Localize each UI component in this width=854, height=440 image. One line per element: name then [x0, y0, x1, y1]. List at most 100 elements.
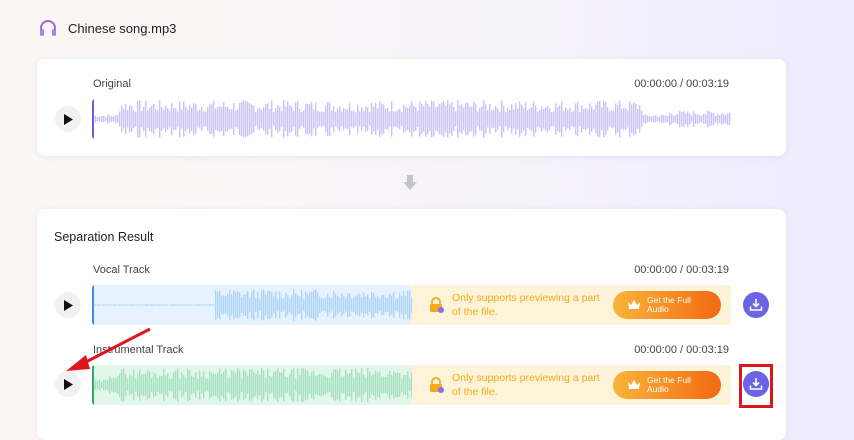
waveform-bar	[229, 376, 231, 394]
waveform-bar	[377, 108, 379, 130]
waveform-bar	[711, 112, 713, 126]
waveform-bar	[349, 373, 351, 397]
waveform-bar	[243, 369, 245, 401]
waveform-bar	[109, 115, 111, 123]
original-play-button[interactable]	[55, 106, 81, 132]
instrumental-playhead[interactable]	[92, 365, 94, 405]
waveform-bar	[183, 304, 185, 306]
waveform-bar	[275, 291, 277, 319]
waveform-bar	[667, 115, 669, 123]
waveform-bar	[391, 101, 393, 137]
get-full-audio-button[interactable]: Get the Full Audio	[613, 371, 721, 399]
waveform-bar	[621, 108, 623, 130]
waveform-bar	[287, 377, 289, 393]
waveform-bar	[283, 368, 285, 402]
waveform-bar	[209, 304, 211, 306]
waveform-bar	[179, 100, 181, 138]
vocal-waveform[interactable]	[92, 285, 412, 325]
waveform-bar	[99, 116, 101, 122]
waveform-bar	[111, 116, 113, 122]
waveform-bar	[553, 111, 555, 127]
waveform-bar	[253, 105, 255, 133]
waveform-bar	[161, 106, 163, 132]
waveform-bar	[289, 298, 291, 312]
waveform-bar	[609, 111, 611, 127]
instrumental-play-button[interactable]	[55, 371, 81, 397]
waveform-bar	[515, 103, 517, 135]
waveform-bar	[441, 102, 443, 136]
waveform-bar	[385, 377, 387, 393]
waveform-bar	[261, 109, 263, 129]
waveform-bar	[517, 108, 519, 130]
waveform-bar	[273, 112, 275, 126]
section-title: Separation Result	[54, 230, 154, 244]
waveform-bar	[155, 304, 157, 306]
waveform-bar	[403, 375, 405, 395]
waveform-bar	[181, 109, 183, 129]
waveform-bar	[127, 110, 129, 128]
waveform-bar	[147, 304, 149, 306]
waveform-bar	[335, 369, 337, 401]
waveform-bar	[407, 107, 409, 131]
waveform-bar	[279, 372, 281, 398]
waveform-bar	[403, 104, 405, 134]
waveform-bar	[199, 109, 201, 129]
waveform-bar	[305, 291, 307, 319]
waveform-bar	[411, 101, 413, 137]
waveform-bar	[475, 103, 477, 135]
waveform-bar	[351, 298, 353, 312]
waveform-bar	[439, 103, 441, 135]
waveform-bar	[379, 298, 381, 312]
preview-notice-line1: Only supports previewing a part	[452, 372, 600, 384]
waveform-bar	[149, 304, 151, 306]
waveform-bar	[637, 108, 639, 130]
waveform-bar	[261, 290, 263, 320]
instrumental-waveform[interactable]	[92, 365, 412, 405]
original-playhead[interactable]	[92, 99, 94, 139]
waveform-bar	[601, 107, 603, 131]
waveform-bar	[125, 304, 127, 306]
waveform-bar	[383, 104, 385, 134]
waveform-bar	[257, 291, 259, 319]
waveform-bar	[101, 382, 103, 388]
vocal-play-button[interactable]	[55, 292, 81, 318]
waveform-bar	[277, 105, 279, 133]
waveform-bar	[587, 109, 589, 129]
waveform-bar	[393, 291, 395, 319]
waveform-bar	[303, 110, 305, 128]
waveform-bar	[217, 106, 219, 132]
original-waveform[interactable]	[92, 99, 731, 139]
get-full-audio-button[interactable]: Get the Full Audio	[613, 291, 721, 319]
waveform-bar	[451, 102, 453, 136]
waveform-bar	[505, 111, 507, 127]
waveform-bar	[129, 374, 131, 396]
waveform-bar	[511, 104, 513, 134]
vocal-download-button[interactable]	[743, 292, 769, 318]
waveform-bar	[259, 374, 261, 396]
waveform-bar	[277, 298, 279, 312]
waveform-bar	[197, 378, 199, 392]
waveform-bar	[103, 115, 105, 123]
waveform-bar	[675, 115, 677, 123]
play-icon	[64, 378, 73, 390]
waveform-bar	[421, 104, 423, 134]
waveform-bar	[615, 103, 617, 135]
waveform-bar	[249, 369, 251, 401]
waveform-bar	[305, 103, 307, 135]
waveform-bar	[579, 111, 581, 127]
waveform-bar	[115, 114, 117, 124]
waveform-bar	[147, 370, 149, 400]
waveform-bar	[409, 378, 411, 392]
waveform-bar	[551, 112, 553, 126]
waveform-bar	[211, 304, 213, 306]
waveform-bar	[155, 374, 157, 396]
waveform-bar	[141, 374, 143, 396]
waveform-bar	[343, 107, 345, 131]
crown-icon	[628, 300, 640, 309]
waveform-bar	[155, 108, 157, 130]
vocal-playhead[interactable]	[92, 285, 94, 325]
waveform-bar	[643, 115, 645, 123]
waveform-bar	[339, 368, 341, 402]
waveform-bar	[363, 111, 365, 127]
waveform-bar	[171, 102, 173, 136]
